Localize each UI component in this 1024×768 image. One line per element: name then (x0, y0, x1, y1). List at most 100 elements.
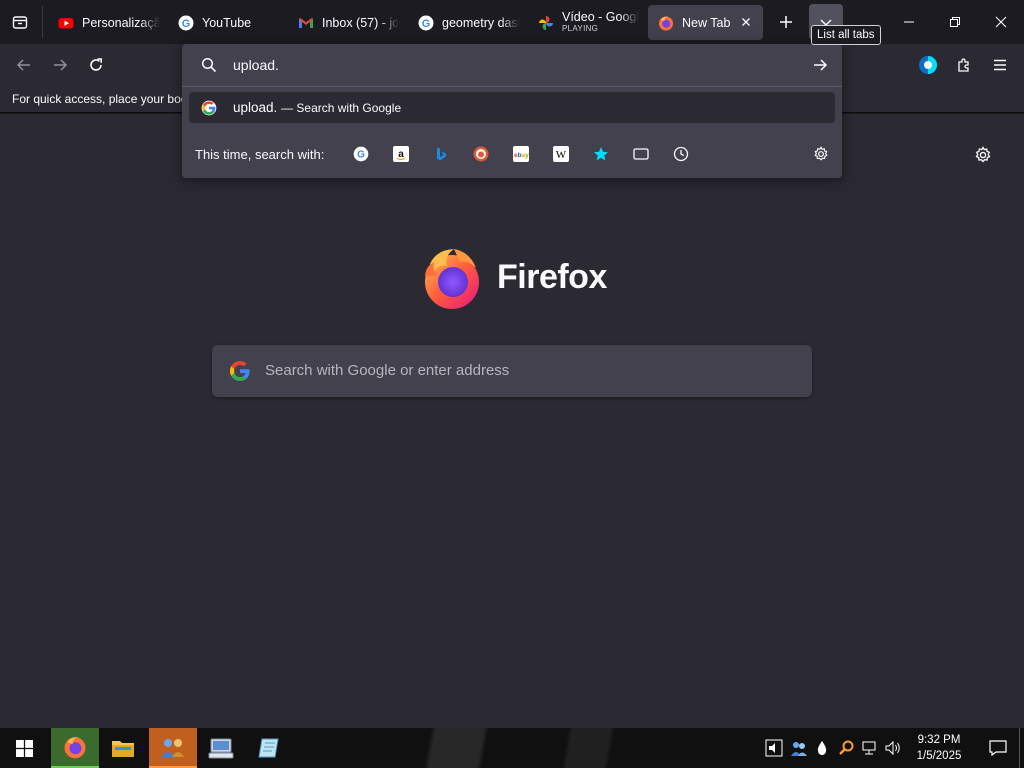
one-off-search-row: This time, search with: G a ebay W (182, 140, 842, 170)
urlbar-divider (182, 86, 842, 87)
duckduckgo-icon (473, 146, 489, 162)
network-icon (862, 741, 876, 755)
list-all-tabs-tooltip: List all tabs (811, 25, 881, 45)
tab-title: New Tab (682, 15, 731, 30)
taskbar-firefox[interactable] (51, 728, 99, 768)
firefox-view-button[interactable] (6, 8, 34, 36)
google-photos-icon (539, 15, 553, 30)
tray-drop-app[interactable] (812, 738, 832, 758)
extensions-button[interactable] (948, 49, 980, 81)
tray-search-app[interactable] (836, 738, 856, 758)
clock-date: 1/5/2025 (916, 750, 962, 762)
suggestion-text: upload. (233, 100, 278, 115)
tab-personalizacao[interactable]: Personalização (48, 5, 160, 40)
engine-bing-button[interactable] (431, 144, 451, 164)
speaker-icon (885, 740, 900, 756)
reload-icon (90, 58, 102, 71)
close-icon (995, 16, 1007, 28)
close-tab-button[interactable] (739, 15, 753, 29)
speaker-box-icon (765, 739, 783, 757)
gear-icon (814, 146, 828, 161)
tab-youtube[interactable]: G YouTube (168, 5, 280, 40)
close-icon (742, 18, 750, 26)
tab-inbox[interactable]: Inbox (57) - jo (288, 5, 400, 40)
arrow-right-icon (814, 59, 828, 71)
search-bookmarks-button[interactable] (591, 144, 611, 164)
notepad-icon (258, 738, 279, 758)
newtab-search-placeholder: Search with Google or enter address (265, 362, 510, 379)
newtab-search-box[interactable]: Search with Google or enter address (212, 345, 812, 397)
tab-separator (42, 6, 43, 38)
svg-text:W: W (556, 149, 567, 161)
back-button[interactable] (8, 49, 40, 81)
notification-icon (989, 740, 1007, 756)
engine-duckduckgo-button[interactable] (471, 144, 491, 164)
taskbar-file-explorer[interactable] (99, 728, 147, 768)
puzzle-icon (958, 58, 969, 72)
search-tabs-button[interactable] (631, 144, 651, 164)
bing-icon (437, 147, 446, 161)
history-icon (673, 146, 689, 162)
firefox-account-button[interactable] (912, 49, 944, 81)
show-desktop-strip[interactable] (1019, 728, 1024, 768)
engine-wikipedia-button[interactable]: W (551, 144, 571, 164)
tabs-icon (633, 148, 649, 160)
urlbar-input[interactable]: upload. (182, 44, 842, 86)
magnifier-icon (839, 740, 854, 755)
tab-title: Inbox (57) - jo (322, 15, 400, 30)
google-icon (230, 361, 250, 381)
svg-text:ebay: ebay (514, 152, 529, 159)
youtube-icon (58, 17, 74, 28)
taskbar-app-people[interactable] (149, 728, 197, 768)
one-off-label: This time, search with: (195, 147, 325, 162)
go-button[interactable] (808, 54, 832, 76)
tab-playing-label: PLAYING (562, 23, 599, 33)
customize-button[interactable] (970, 142, 996, 168)
app-menu-button[interactable] (984, 49, 1016, 81)
suggestion-action: — Search with Google (281, 101, 402, 115)
firefox-view-icon (12, 16, 28, 29)
account-avatar-icon (919, 56, 937, 74)
computer-icon (208, 738, 234, 759)
windows-logo-icon (15, 739, 33, 757)
taskbar-app-computer[interactable] (197, 728, 245, 768)
tray-network[interactable] (860, 738, 880, 758)
urlbar-value[interactable]: upload. (233, 57, 279, 73)
new-tab-button[interactable] (772, 8, 800, 36)
reload-button[interactable] (80, 49, 112, 81)
action-center-button[interactable] (978, 728, 1018, 768)
urlbar-suggestion-row[interactable]: upload. — Search with Google (189, 92, 835, 123)
taskbar-app-notepad[interactable] (245, 728, 293, 768)
forward-button[interactable] (44, 49, 76, 81)
svg-text:G: G (422, 17, 431, 29)
tray-volume[interactable] (883, 738, 903, 758)
gear-icon (975, 146, 991, 163)
engine-google-button[interactable]: G (351, 144, 371, 164)
windows-taskbar: 9:32 PM 1/5/2025 (0, 728, 1024, 768)
tab-title: Vídeo - Googl (562, 10, 640, 23)
firefox-logo-icon (425, 249, 479, 309)
amazon-icon: a (393, 146, 409, 162)
tray-volume-mixer[interactable] (764, 738, 784, 758)
search-history-button[interactable] (671, 144, 691, 164)
engine-ebay-button[interactable]: ebay (511, 144, 531, 164)
tray-network-people[interactable] (789, 738, 809, 758)
taskbar-clock[interactable]: 9:32 PM 1/5/2025 (908, 732, 970, 764)
firefox-icon (659, 15, 673, 30)
search-settings-button[interactable] (811, 144, 831, 164)
tab-video-google-photos[interactable]: Vídeo - Googl PLAYING (528, 5, 640, 40)
firefox-logo (420, 246, 484, 310)
minimize-icon (904, 21, 914, 23)
firefox-icon (64, 737, 86, 759)
people-app-icon (162, 739, 184, 757)
gmail-icon (299, 17, 313, 28)
tab-new-tab[interactable]: New Tab (648, 5, 763, 40)
restore-window-button[interactable] (932, 0, 978, 44)
start-button[interactable] (0, 728, 48, 768)
close-window-button[interactable] (978, 0, 1024, 44)
engine-amazon-button[interactable]: a (391, 144, 411, 164)
minimize-window-button[interactable] (886, 0, 932, 44)
tab-geometry-dash[interactable]: G geometry dash (408, 5, 520, 40)
tab-title: geometry dash (442, 15, 520, 30)
svg-text:a: a (398, 149, 404, 160)
